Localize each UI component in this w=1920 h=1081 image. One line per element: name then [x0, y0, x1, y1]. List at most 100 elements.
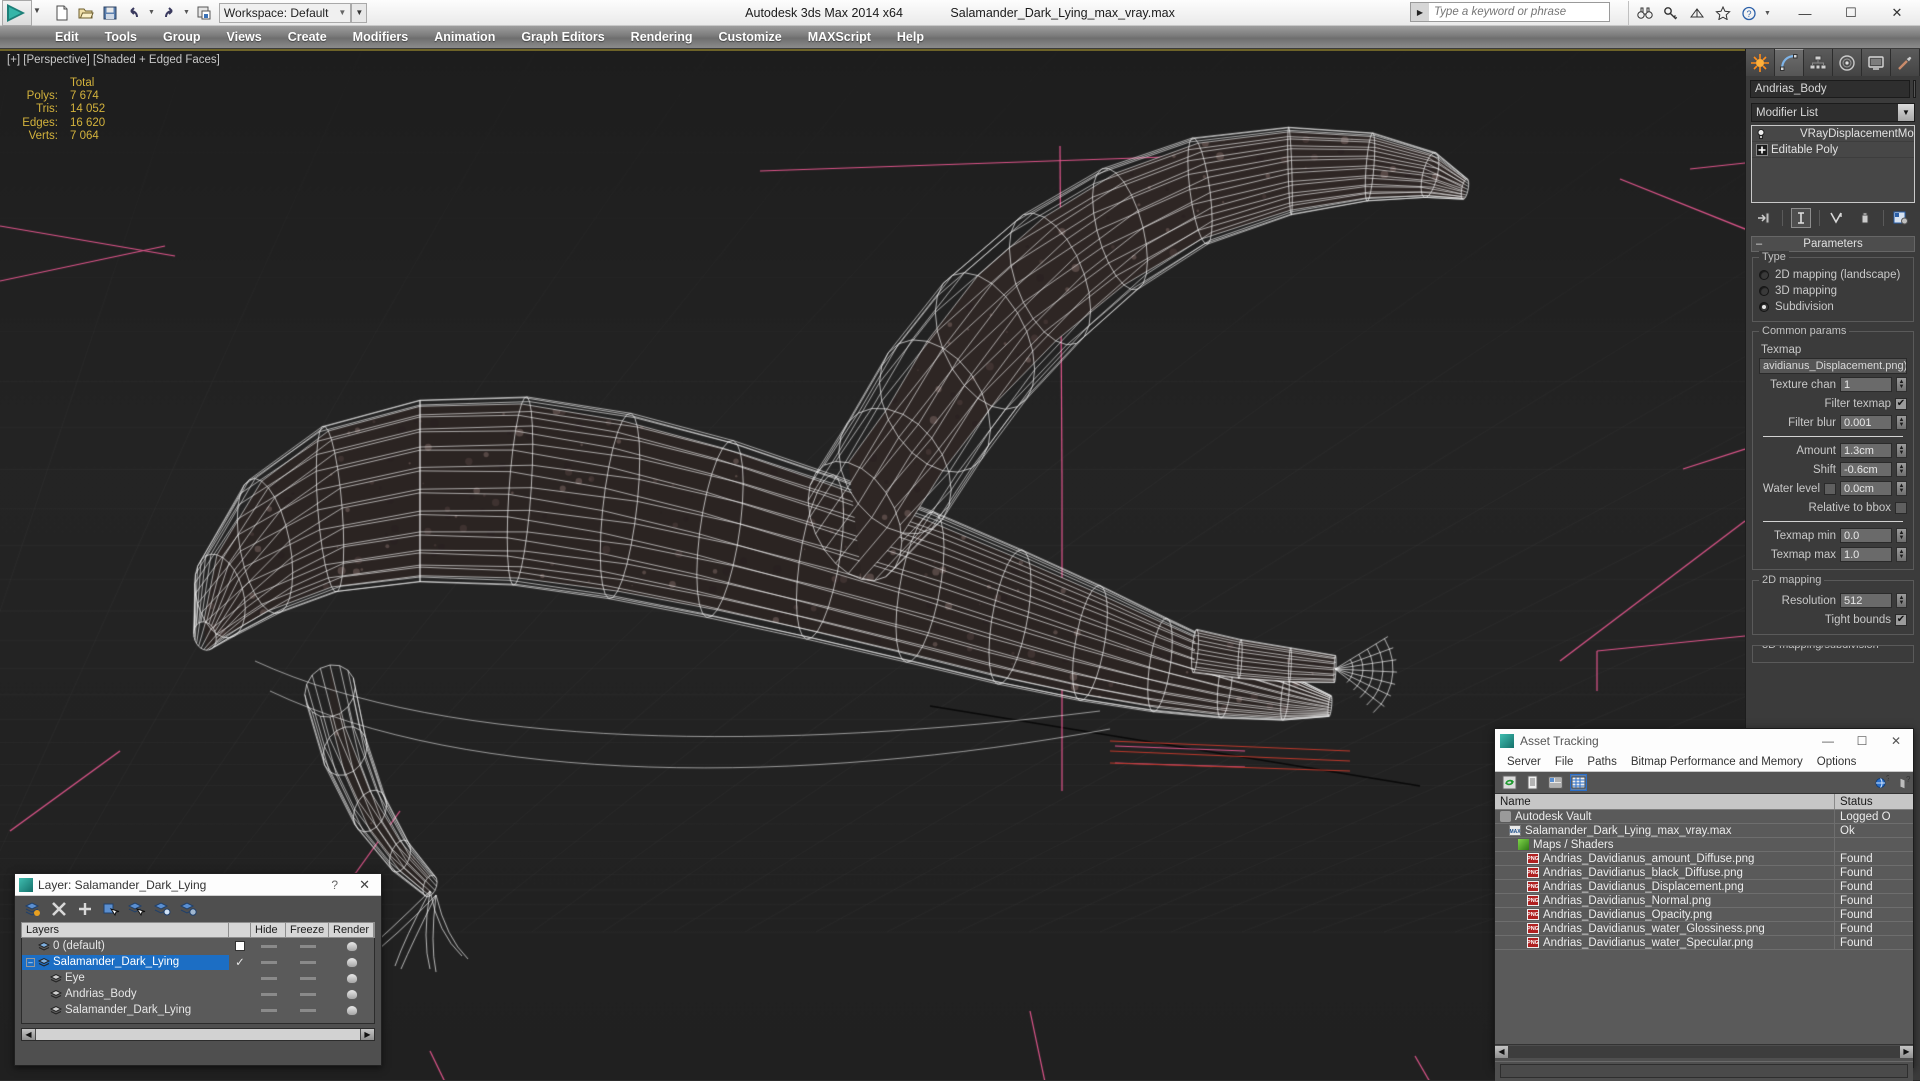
object-color-swatch[interactable]: [1913, 80, 1916, 98]
texmap-min-spinner[interactable]: ▲ ▼: [1896, 528, 1907, 543]
layer-name-cell[interactable]: – Salamander_Dark_Lying: [22, 955, 229, 970]
current-layer-check-icon[interactable]: ✓: [235, 955, 245, 969]
asset-row[interactable]: Autodesk Vault Logged O: [1495, 810, 1913, 824]
refresh-icon[interactable]: [1501, 774, 1518, 791]
texmap-max-spinner[interactable]: ▲ ▼: [1896, 547, 1907, 562]
layer-freeze-cell[interactable]: [286, 993, 329, 996]
asset-close-button[interactable]: ✕: [1879, 729, 1913, 752]
type-option-0[interactable]: 2D mapping (landscape): [1759, 267, 1907, 283]
asset-menu-file[interactable]: File: [1548, 756, 1581, 768]
menu-item-modifiers[interactable]: Modifiers: [340, 30, 422, 44]
layer-column-layers[interactable]: Layers: [22, 923, 229, 937]
asset-name-cell[interactable]: PNG Andrias_Davidianus_water_Specular.png: [1495, 936, 1835, 949]
menu-item-create[interactable]: Create: [275, 30, 340, 44]
scroll-thumb[interactable]: [36, 1029, 360, 1040]
remove-modifier-icon[interactable]: [1855, 208, 1875, 228]
asset-row[interactable]: PNG Andrias_Davidianus_water_Specular.png…: [1495, 936, 1913, 950]
select-objects-in-layer-icon[interactable]: [128, 900, 146, 918]
menu-item-help[interactable]: Help: [884, 30, 937, 44]
close-button[interactable]: ✕: [1874, 0, 1920, 26]
add-selection-to-layer-icon[interactable]: [102, 900, 120, 918]
asset-maximize-button[interactable]: ☐: [1845, 729, 1879, 752]
asset-name-cell[interactable]: MAX Salamander_Dark_Lying_max_vray.max: [1495, 824, 1835, 837]
filter-blur-field[interactable]: 0.001: [1840, 415, 1892, 430]
asset-menu-paths[interactable]: Paths: [1580, 756, 1623, 768]
asset-row[interactable]: PNG Andrias_Davidianus_amount_Diffuse.png…: [1495, 852, 1913, 866]
display-tab[interactable]: [1862, 49, 1891, 76]
layer-hide-cell[interactable]: [251, 945, 286, 948]
asset-name-cell[interactable]: PNG Andrias_Davidianus_water_Glossiness.p…: [1495, 922, 1835, 935]
tight-bounds-checkbox[interactable]: ✔: [1895, 614, 1907, 626]
layer-row[interactable]: Andrias_Body: [22, 986, 374, 1002]
star-icon[interactable]: [1711, 2, 1735, 24]
layer-render-cell[interactable]: [329, 957, 374, 968]
layer-list[interactable]: 0 (default) – Salamander_Dark_Lying ✓ Eye And…: [21, 938, 375, 1024]
water-level-field[interactable]: 0.0cm: [1840, 481, 1892, 496]
hide-checkbox[interactable]: [235, 941, 245, 951]
type-option-2[interactable]: Subdivision: [1759, 299, 1907, 315]
layer-hide-cell[interactable]: [251, 961, 286, 964]
amount-field[interactable]: 1.3cm: [1840, 443, 1892, 458]
layer-hide-cell[interactable]: [251, 993, 286, 996]
layer-freeze-cell[interactable]: [286, 961, 329, 964]
layer-dialog-close-button[interactable]: ✕: [352, 877, 377, 893]
type-option-1[interactable]: 3D mapping: [1759, 283, 1907, 299]
resolution-spinner[interactable]: ▲ ▼: [1896, 593, 1907, 608]
asset-row[interactable]: PNG Andrias_Davidianus_Displacement.png Fo…: [1495, 880, 1913, 894]
column-header-name[interactable]: Name: [1495, 794, 1835, 809]
asset-row[interactable]: PNG Andrias_Davidianus_Normal.png Found: [1495, 894, 1913, 908]
texmap-button[interactable]: avidianus_Displacement.png): [1759, 358, 1907, 374]
menu-item-views[interactable]: Views: [214, 30, 275, 44]
layer-row[interactable]: Eye: [22, 970, 374, 986]
texmap-min-field[interactable]: 0.0: [1840, 528, 1892, 543]
layer-name-cell[interactable]: 0 (default): [22, 939, 229, 954]
delete-layer-icon[interactable]: [50, 900, 68, 918]
object-name-input[interactable]: [1750, 80, 1910, 98]
detail-view-icon[interactable]: [1547, 774, 1564, 791]
layer-properties-icon[interactable]: [180, 900, 198, 918]
asset-minimize-button[interactable]: —: [1811, 729, 1845, 752]
new-layer-icon[interactable]: [76, 900, 94, 918]
globe-help-icon[interactable]: ?: [1873, 774, 1890, 791]
layer-name-cell[interactable]: Salamander_Dark_Lying: [22, 1003, 229, 1018]
menu-item-rendering[interactable]: Rendering: [618, 30, 706, 44]
asset-menu-server[interactable]: Server: [1500, 756, 1548, 768]
modifier-list-dropdown[interactable]: Modifier List ▼: [1751, 103, 1915, 122]
asset-row[interactable]: Maps / Shaders: [1495, 838, 1913, 852]
menu-item-edit[interactable]: Edit: [42, 30, 92, 44]
texmap-max-field[interactable]: 1.0: [1840, 547, 1892, 562]
make-current-layer-icon[interactable]: [24, 900, 42, 918]
scroll-left-icon[interactable]: ◀: [22, 1029, 35, 1040]
create-tab[interactable]: [1746, 49, 1775, 76]
layer-name-cell[interactable]: Andrias_Body: [22, 987, 229, 1002]
layer-column-render[interactable]: Render: [329, 923, 374, 937]
layer-freeze-cell[interactable]: [286, 945, 329, 948]
asset-row[interactable]: MAX Salamander_Dark_Lying_max_vray.max Ok: [1495, 824, 1913, 838]
water-level-spinner[interactable]: ▲ ▼: [1896, 481, 1907, 496]
asset-name-cell[interactable]: PNG Andrias_Davidianus_Opacity.png: [1495, 908, 1835, 921]
relative-to-bbox-checkbox[interactable]: [1895, 502, 1907, 514]
scroll-right-icon[interactable]: ▶: [1900, 1046, 1913, 1058]
parameters-rollout-header[interactable]: – Parameters: [1751, 236, 1915, 252]
expand-icon[interactable]: –: [26, 958, 35, 967]
amount-spinner[interactable]: ▲ ▼: [1896, 443, 1907, 458]
asset-name-cell[interactable]: PNG Andrias_Davidianus_black_Diffuse.png: [1495, 866, 1835, 879]
asset-name-cell[interactable]: Maps / Shaders: [1495, 838, 1835, 851]
layer-hide-cell[interactable]: [251, 977, 286, 980]
layer-toggle-cell[interactable]: ✓: [229, 955, 251, 969]
key-icon[interactable]: [1659, 2, 1683, 24]
grid-view-icon[interactable]: [1570, 774, 1587, 791]
search-input[interactable]: [1429, 6, 1599, 18]
scroll-right-icon[interactable]: ▶: [361, 1029, 374, 1040]
search-box[interactable]: ▶: [1410, 2, 1610, 22]
asset-name-cell[interactable]: Autodesk Vault: [1495, 810, 1835, 823]
asset-horizontal-scrollbar[interactable]: ◀ ▶: [1495, 1044, 1913, 1058]
layer-freeze-cell[interactable]: [286, 1009, 329, 1012]
layer-row[interactable]: 0 (default): [22, 938, 374, 954]
shift-spinner[interactable]: ▲ ▼: [1896, 462, 1907, 477]
asset-grid[interactable]: Autodesk Vault Logged O MAX Salamander_Dark…: [1495, 810, 1913, 1044]
asset-name-cell[interactable]: PNG Andrias_Davidianus_amount_Diffuse.png: [1495, 852, 1835, 865]
menu-item-customize[interactable]: Customize: [705, 30, 794, 44]
layer-freeze-cell[interactable]: [286, 977, 329, 980]
layer-render-cell[interactable]: [329, 1005, 374, 1016]
